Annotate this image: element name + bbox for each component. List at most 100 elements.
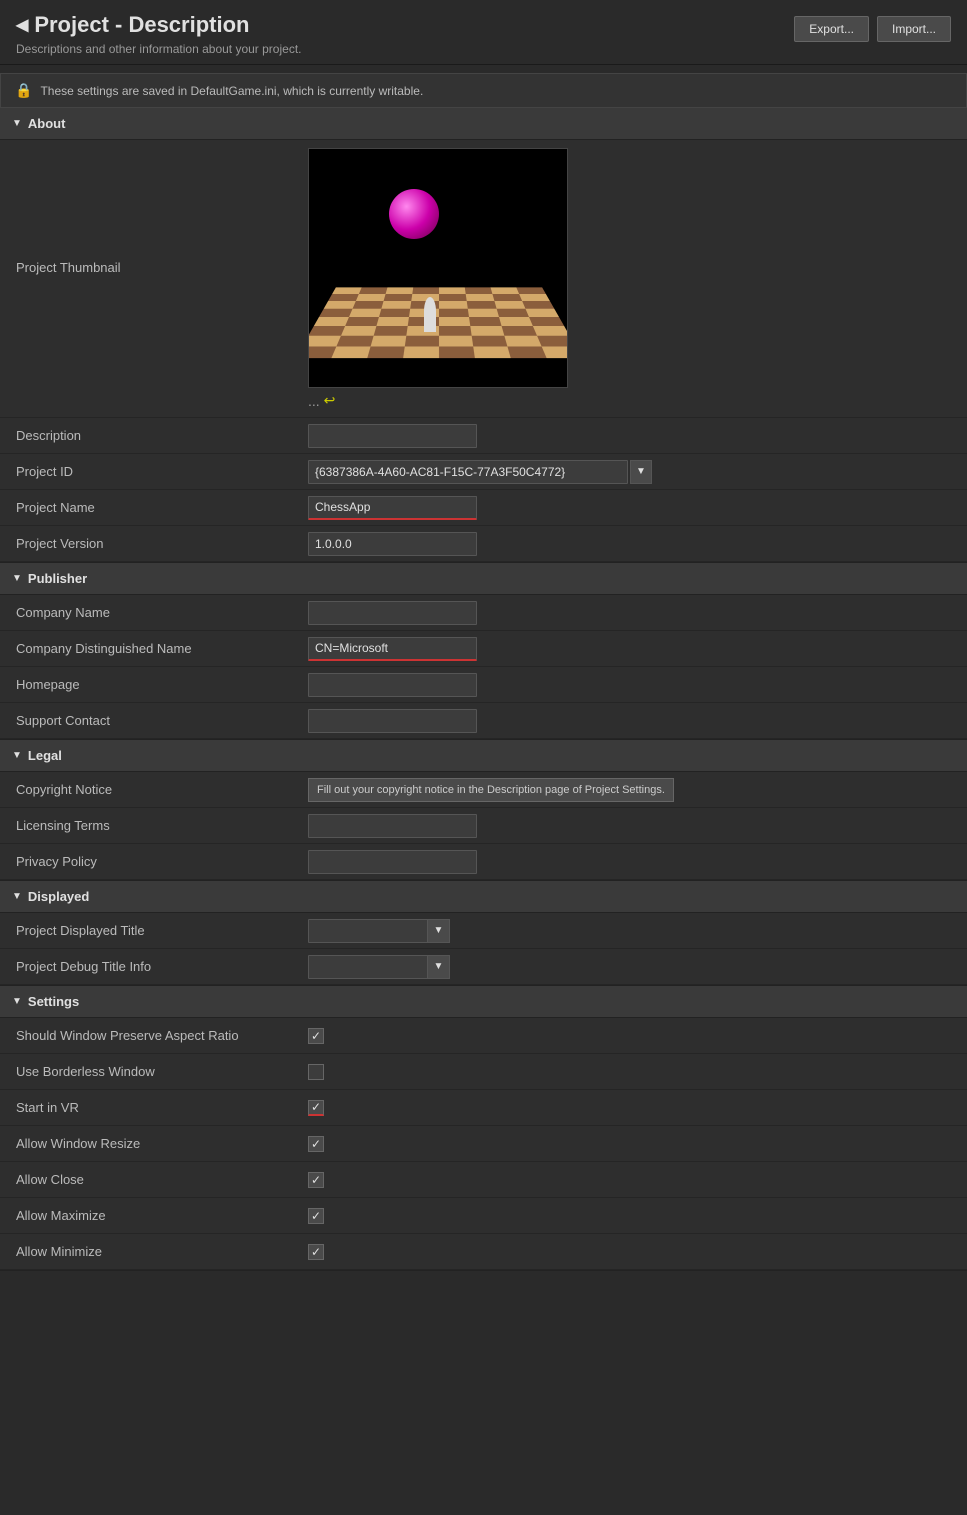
copyright-value: Fill out your copyright notice in the De… [300, 774, 967, 806]
publisher-section-header[interactable]: ▼ Publisher [0, 563, 967, 595]
allow-close-row: Allow Close [0, 1162, 967, 1198]
privacy-value [300, 846, 967, 878]
borderless-row: Use Borderless Window [0, 1054, 967, 1090]
allow-maximize-checkbox[interactable] [308, 1208, 324, 1224]
allow-close-checkbox[interactable] [308, 1172, 324, 1188]
project-name-value [300, 492, 967, 524]
project-title-input[interactable] [308, 919, 428, 943]
project-title-label: Project Displayed Title [0, 915, 300, 946]
project-name-row: Project Name [0, 490, 967, 526]
licensing-label: Licensing Terms [0, 810, 300, 841]
preserve-ratio-row: Should Window Preserve Aspect Ratio [0, 1018, 967, 1054]
preserve-ratio-value [300, 1024, 967, 1048]
description-value [300, 420, 967, 452]
about-section: ▼ About Project Thumbnail [0, 108, 967, 563]
legal-section: ▼ Legal Copyright Notice Fill out your c… [0, 740, 967, 881]
allow-maximize-row: Allow Maximize [0, 1198, 967, 1234]
debug-title-select-container: ▼ [308, 955, 450, 979]
project-version-input[interactable] [308, 532, 477, 556]
allow-maximize-label: Allow Maximize [0, 1200, 300, 1231]
copyright-notice-text: Fill out your copyright notice in the De… [308, 778, 674, 802]
allow-resize-row: Allow Window Resize [0, 1126, 967, 1162]
allow-close-value [300, 1168, 967, 1192]
homepage-value [300, 669, 967, 701]
legal-section-label: Legal [28, 748, 62, 763]
company-name-input[interactable] [308, 601, 477, 625]
lock-icon: 🔒 [15, 82, 32, 99]
thumbnail-dots-button[interactable]: ... [308, 393, 320, 409]
project-version-row: Project Version [0, 526, 967, 562]
project-name-input[interactable] [308, 496, 477, 520]
thumbnail-area: ... ↩ [300, 140, 967, 417]
thumbnail-refresh-button[interactable]: ↩ [324, 392, 336, 409]
privacy-input[interactable] [308, 850, 477, 874]
about-section-body: Project Thumbnail ... ↩ [0, 140, 967, 562]
thumbnail-image [308, 148, 568, 388]
support-contact-input[interactable] [308, 709, 477, 733]
displayed-section: ▼ Displayed Project Displayed Title ▼ Pr… [0, 881, 967, 986]
allow-resize-value [300, 1132, 967, 1156]
description-row: Description [0, 418, 967, 454]
privacy-label: Privacy Policy [0, 846, 300, 877]
project-id-value: ▼ [300, 456, 967, 488]
import-button[interactable]: Import... [877, 16, 951, 42]
settings-section-header[interactable]: ▼ Settings [0, 986, 967, 1018]
project-id-row: Project ID ▼ [0, 454, 967, 490]
licensing-value [300, 810, 967, 842]
project-id-label: Project ID [0, 456, 300, 487]
debug-title-input[interactable] [308, 955, 428, 979]
about-section-header[interactable]: ▼ About [0, 108, 967, 140]
project-id-container: ▼ [308, 460, 652, 484]
allow-minimize-row: Allow Minimize [0, 1234, 967, 1270]
export-button[interactable]: Export... [794, 16, 869, 42]
description-input[interactable] [308, 424, 477, 448]
company-dn-value [300, 633, 967, 665]
company-dn-label: Company Distinguished Name [0, 633, 300, 664]
company-name-label: Company Name [0, 597, 300, 628]
thumbnail-controls: ... ↩ [308, 392, 959, 409]
project-version-value [300, 528, 967, 560]
chess-board [308, 287, 568, 358]
borderless-label: Use Borderless Window [0, 1056, 300, 1087]
allow-minimize-label: Allow Minimize [0, 1236, 300, 1267]
company-name-row: Company Name [0, 595, 967, 631]
copyright-row: Copyright Notice Fill out your copyright… [0, 772, 967, 808]
preserve-ratio-label: Should Window Preserve Aspect Ratio [0, 1020, 300, 1051]
allow-minimize-value [300, 1240, 967, 1264]
start-vr-checkbox[interactable] [308, 1100, 324, 1116]
thumbnail-label: Project Thumbnail [0, 140, 300, 283]
preserve-ratio-checkbox[interactable] [308, 1028, 324, 1044]
debug-title-dropdown-button[interactable]: ▼ [428, 955, 450, 979]
description-label: Description [0, 420, 300, 451]
support-contact-value [300, 705, 967, 737]
legal-section-arrow: ▼ [12, 750, 22, 761]
chess-piece [424, 297, 436, 332]
company-dn-input[interactable] [308, 637, 477, 661]
borderless-checkbox[interactable] [308, 1064, 324, 1080]
displayed-section-label: Displayed [28, 889, 89, 904]
publisher-section-arrow: ▼ [12, 573, 22, 584]
settings-section: ▼ Settings Should Window Preserve Aspect… [0, 986, 967, 1271]
settings-section-arrow: ▼ [12, 996, 22, 1007]
allow-close-label: Allow Close [0, 1164, 300, 1195]
homepage-row: Homepage [0, 667, 967, 703]
allow-resize-checkbox[interactable] [308, 1136, 324, 1152]
chess-sphere [389, 189, 439, 239]
allow-minimize-checkbox[interactable] [308, 1244, 324, 1260]
debug-title-row: Project Debug Title Info ▼ [0, 949, 967, 985]
company-name-value [300, 597, 967, 629]
allow-maximize-value [300, 1204, 967, 1228]
publisher-section-body: Company Name Company Distinguished Name … [0, 595, 967, 739]
page-title: Project - Description [34, 12, 249, 38]
legal-section-header[interactable]: ▼ Legal [0, 740, 967, 772]
project-title-select-container: ▼ [308, 919, 450, 943]
project-title-dropdown-button[interactable]: ▼ [428, 919, 450, 943]
debug-title-value: ▼ [300, 951, 967, 983]
homepage-input[interactable] [308, 673, 477, 697]
project-id-dropdown-button[interactable]: ▼ [630, 460, 652, 484]
project-id-input[interactable] [308, 460, 628, 484]
project-title-row: Project Displayed Title ▼ [0, 913, 967, 949]
settings-section-body: Should Window Preserve Aspect Ratio Use … [0, 1018, 967, 1270]
licensing-input[interactable] [308, 814, 477, 838]
displayed-section-header[interactable]: ▼ Displayed [0, 881, 967, 913]
